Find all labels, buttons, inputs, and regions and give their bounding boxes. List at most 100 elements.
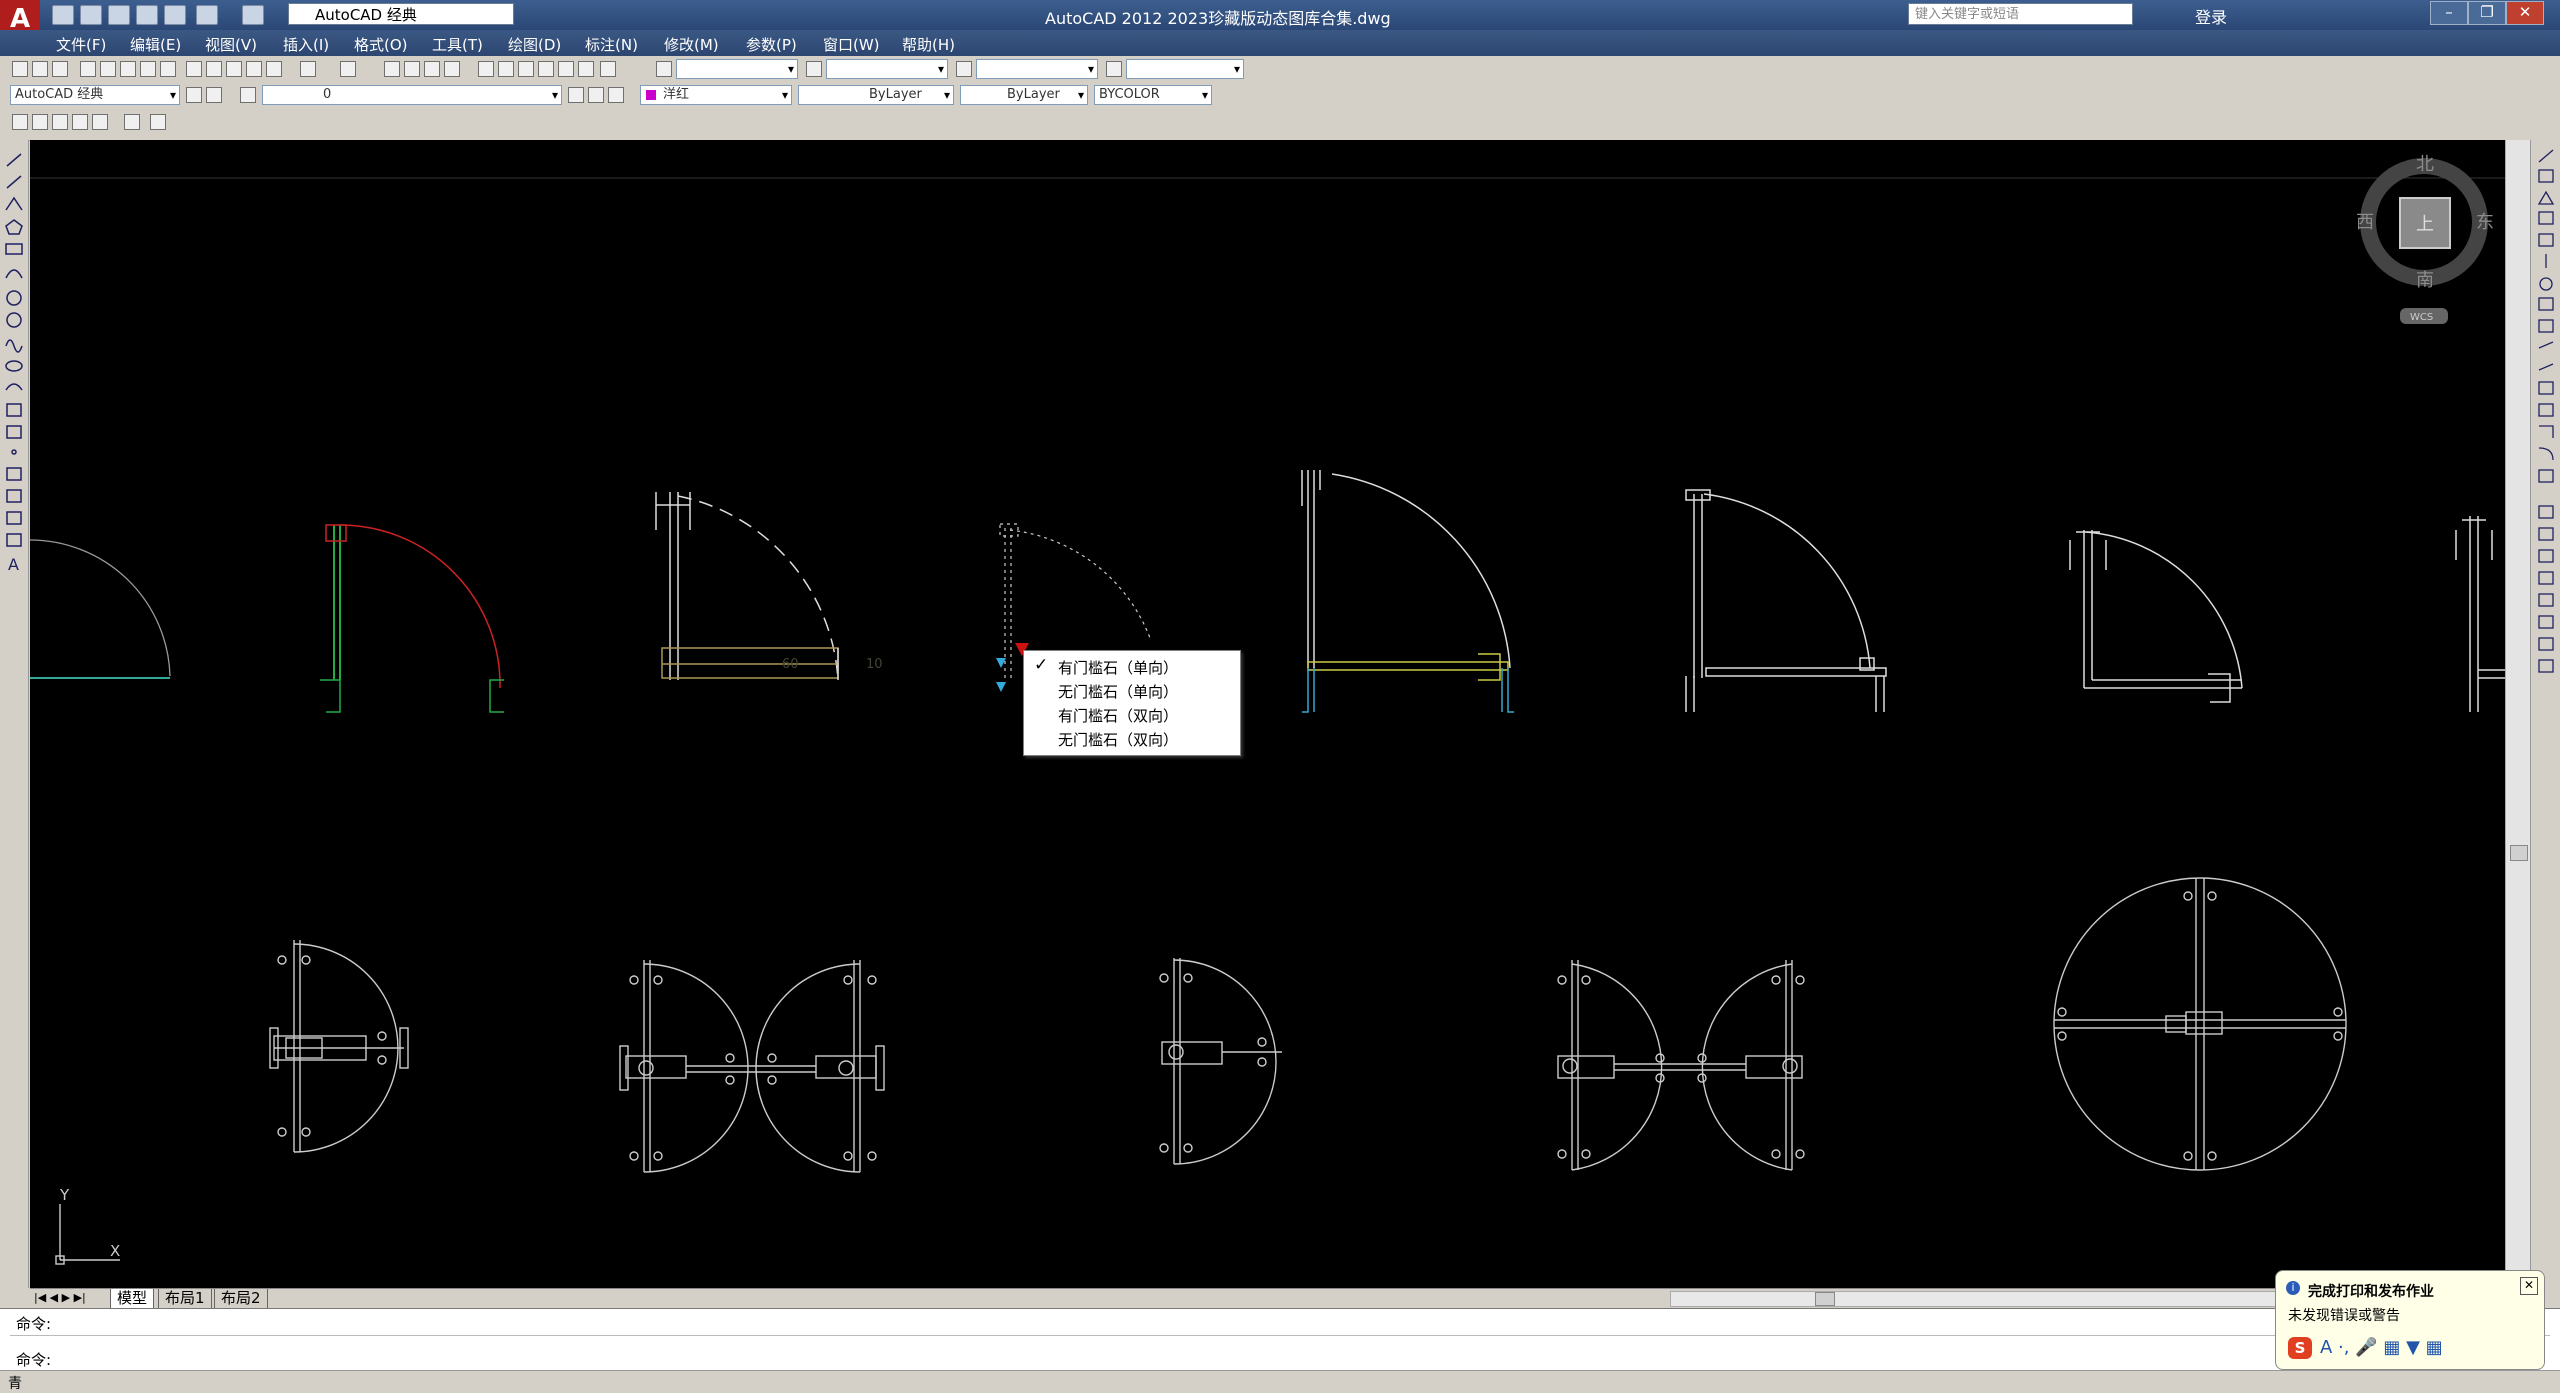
plotstyle-combo[interactable]: BYCOLOR [1094, 85, 1212, 105]
workspace-settings-icon[interactable] [186, 87, 202, 103]
3d-print-icon[interactable] [140, 61, 156, 77]
multileader-style-icon[interactable] [1106, 61, 1122, 77]
print-icon[interactable] [164, 5, 186, 25]
grip-cyan-down-icon[interactable] [996, 682, 1006, 692]
layer-state-icon[interactable] [608, 87, 624, 103]
my-workspace-icon[interactable] [206, 87, 222, 103]
door-block-1[interactable] [30, 539, 171, 679]
plot-icon[interactable] [80, 61, 96, 77]
menu-tools[interactable]: 工具(T) [432, 34, 483, 55]
open-icon[interactable] [80, 5, 102, 25]
tool-c-icon[interactable] [52, 114, 68, 130]
notification-close-button[interactable]: ✕ [2520, 1277, 2538, 1295]
login-link[interactable]: 登录 [2195, 4, 2227, 28]
save-as-icon[interactable] [136, 5, 158, 25]
draw-tools-icons[interactable]: A [0, 150, 28, 610]
door-block-3[interactable]: 60 10 [655, 492, 883, 681]
door-plan-2[interactable] [619, 960, 885, 1173]
tool-f-icon[interactable] [124, 114, 140, 130]
design-center-icon[interactable] [498, 61, 514, 77]
preview-icon[interactable] [100, 61, 116, 77]
minimize-button[interactable]: – [2430, 1, 2468, 25]
ime-logo-icon[interactable]: S [2288, 1337, 2312, 1359]
tool-a-icon[interactable] [12, 114, 28, 130]
etransmit-icon[interactable] [160, 61, 176, 77]
door-plan-1[interactable] [269, 940, 409, 1153]
door-block-6[interactable] [1685, 489, 1887, 712]
drawing-svg[interactable]: 60 10 Y X 上 北 南 西 东 WCS [30, 140, 2505, 1288]
menu-format[interactable]: 格式(O) [354, 34, 408, 55]
tab-layout2[interactable]: 布局2 [214, 1289, 268, 1309]
menu-insert[interactable]: 插入(I) [283, 34, 329, 55]
workspace-combo[interactable]: AutoCAD 经典 [10, 85, 180, 105]
text-style-icon[interactable] [656, 61, 672, 77]
vertical-scrollbar[interactable] [2505, 140, 2531, 1288]
door-plan-3[interactable] [1159, 958, 1282, 1165]
sheet-set-icon[interactable] [538, 61, 554, 77]
paste-icon[interactable] [226, 61, 242, 77]
command-prompt[interactable]: 命令: [16, 1349, 51, 1370]
tab-nav-arrows-icon[interactable]: |◀ ◀ ▶ ▶| [34, 1291, 86, 1304]
undo-icon[interactable] [196, 5, 218, 25]
tool-palettes-icon[interactable] [518, 61, 534, 77]
zoom-window-icon[interactable] [424, 61, 440, 77]
tab-model[interactable]: 模型 [110, 1289, 155, 1309]
save-icon[interactable] [52, 61, 68, 77]
open-icon[interactable] [32, 61, 48, 77]
copy-icon[interactable] [206, 61, 222, 77]
undo-icon[interactable] [300, 61, 316, 77]
lineweight-combo[interactable]: ByLayer [960, 85, 1088, 105]
layer-properties-icon[interactable] [240, 87, 256, 103]
zoom-previous-icon[interactable] [444, 61, 460, 77]
pan-icon[interactable] [384, 61, 400, 77]
tool-b-icon[interactable] [32, 114, 48, 130]
redo-icon[interactable] [340, 61, 356, 77]
door-block-7[interactable] [2069, 530, 2243, 703]
cut-icon[interactable] [186, 61, 202, 77]
redo-icon[interactable] [242, 5, 264, 25]
menu-window[interactable]: 窗口(W) [823, 34, 880, 55]
menu-item-no-threshold-double[interactable]: 无门槛石（双向） [1058, 729, 1178, 750]
plot-notification-balloon[interactable]: i 完成打印和发布作业 未发现错误或警告 ✕ S A ·, 🎤 ▦ ▼ ▦ [2275, 1270, 2545, 1370]
qnew-icon[interactable] [12, 61, 28, 77]
door-block-2[interactable] [320, 524, 504, 713]
menu-dimension[interactable]: 标注(N) [585, 34, 638, 55]
door-plan-4[interactable] [1557, 960, 1805, 1171]
h-scroll-thumb[interactable] [1815, 1292, 1835, 1306]
menu-draw[interactable]: 绘图(D) [508, 34, 561, 55]
match-properties-icon[interactable] [246, 61, 262, 77]
door-block-8[interactable] [2455, 516, 2505, 712]
menu-file[interactable]: 文件(F) [56, 34, 106, 55]
linetype-combo[interactable]: ByLayer [798, 85, 954, 105]
menu-edit[interactable]: 编辑(E) [130, 34, 181, 55]
quickcalc-icon[interactable] [578, 61, 594, 77]
tool-e-icon[interactable] [92, 114, 108, 130]
door-block-5[interactable] [1301, 470, 1514, 713]
door-plan-5[interactable] [2053, 877, 2347, 1171]
viewcube[interactable]: 上 北 南 西 东 WCS [2356, 154, 2494, 324]
color-combo[interactable]: 洋红 [640, 85, 792, 105]
restore-button[interactable]: ❐ [2468, 1, 2506, 25]
menu-item-threshold-single[interactable]: 有门槛石（单向） [1058, 657, 1178, 678]
save-icon[interactable] [108, 5, 130, 25]
make-current-layer-icon[interactable] [568, 87, 584, 103]
publish-icon[interactable] [120, 61, 136, 77]
help-icon[interactable] [600, 61, 616, 77]
block-editor-icon[interactable] [266, 61, 282, 77]
menu-help[interactable]: 帮助(H) [902, 34, 955, 55]
search-input[interactable]: 键入关键字或短语 [1908, 3, 2133, 25]
dim-style-icon[interactable] [806, 61, 822, 77]
modify-tools-icons[interactable] [2531, 146, 2560, 706]
close-button[interactable]: ✕ [2506, 1, 2544, 25]
menu-parametric[interactable]: 参数(P) [746, 34, 797, 55]
menu-view[interactable]: 视图(V) [205, 34, 257, 55]
workspace-switcher[interactable]: AutoCAD 经典 [288, 3, 514, 25]
layer-combo[interactable]: 0 [262, 85, 562, 105]
scroll-thumb[interactable] [2510, 845, 2528, 861]
tool-g-icon[interactable] [150, 114, 166, 130]
layer-previous-icon[interactable] [588, 87, 604, 103]
tab-layout1[interactable]: 布局1 [158, 1289, 212, 1309]
properties-icon[interactable] [478, 61, 494, 77]
table-style-combo[interactable] [976, 59, 1098, 79]
text-style-combo[interactable] [676, 59, 798, 79]
